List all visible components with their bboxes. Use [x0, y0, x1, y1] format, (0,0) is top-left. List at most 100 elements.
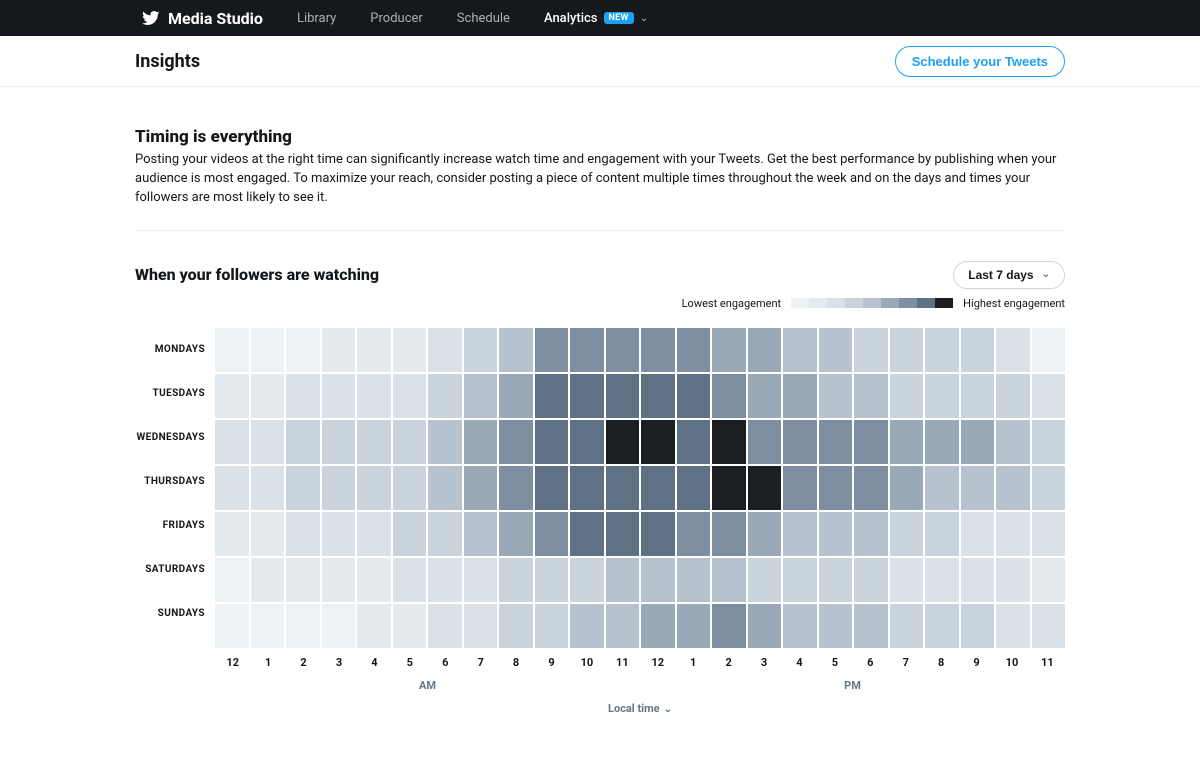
- heatmap-cell[interactable]: [925, 420, 959, 464]
- heatmap-cell[interactable]: [570, 374, 604, 418]
- heatmap-cell[interactable]: [499, 558, 533, 602]
- heatmap-cell[interactable]: [677, 328, 711, 372]
- heatmap-cell[interactable]: [677, 374, 711, 418]
- heatmap-cell[interactable]: [783, 420, 817, 464]
- heatmap-cell[interactable]: [712, 604, 746, 648]
- heatmap-cell[interactable]: [641, 374, 675, 418]
- heatmap-cell[interactable]: [925, 604, 959, 648]
- heatmap-cell[interactable]: [322, 374, 356, 418]
- heatmap-cell[interactable]: [428, 604, 462, 648]
- heatmap-cell[interactable]: [641, 558, 675, 602]
- heatmap-cell[interactable]: [925, 466, 959, 510]
- heatmap-cell[interactable]: [819, 558, 853, 602]
- heatmap-cell[interactable]: [286, 420, 320, 464]
- nav-schedule[interactable]: Schedule: [457, 11, 510, 26]
- heatmap-cell[interactable]: [393, 466, 427, 510]
- heatmap-cell[interactable]: [783, 466, 817, 510]
- heatmap-cell[interactable]: [819, 466, 853, 510]
- heatmap-cell[interactable]: [748, 558, 782, 602]
- heatmap-cell[interactable]: [890, 558, 924, 602]
- heatmap-cell[interactable]: [641, 604, 675, 648]
- heatmap-cell[interactable]: [925, 558, 959, 602]
- heatmap-cell[interactable]: [606, 328, 640, 372]
- heatmap-cell[interactable]: [712, 512, 746, 556]
- heatmap-cell[interactable]: [535, 512, 569, 556]
- heatmap-cell[interactable]: [783, 604, 817, 648]
- heatmap-cell[interactable]: [961, 466, 995, 510]
- heatmap-cell[interactable]: [535, 466, 569, 510]
- heatmap-cell[interactable]: [499, 604, 533, 648]
- heatmap-cell[interactable]: [890, 420, 924, 464]
- heatmap-cell[interactable]: [712, 328, 746, 372]
- heatmap-cell[interactable]: [606, 512, 640, 556]
- heatmap-cell[interactable]: [570, 420, 604, 464]
- heatmap-cell[interactable]: [251, 558, 285, 602]
- heatmap-cell[interactable]: [464, 558, 498, 602]
- heatmap-cell[interactable]: [322, 604, 356, 648]
- heatmap-cell[interactable]: [570, 512, 604, 556]
- heatmap-cell[interactable]: [251, 420, 285, 464]
- heatmap-cell[interactable]: [783, 512, 817, 556]
- heatmap-cell[interactable]: [925, 512, 959, 556]
- heatmap-cell[interactable]: [854, 420, 888, 464]
- heatmap-cell[interactable]: [1032, 512, 1066, 556]
- date-range-button[interactable]: Last 7 days ⌄: [953, 261, 1065, 289]
- heatmap-cell[interactable]: [286, 558, 320, 602]
- nav-library[interactable]: Library: [297, 11, 336, 26]
- heatmap-cell[interactable]: [961, 374, 995, 418]
- heatmap-cell[interactable]: [215, 512, 249, 556]
- heatmap-cell[interactable]: [712, 420, 746, 464]
- heatmap-cell[interactable]: [286, 512, 320, 556]
- heatmap-cell[interactable]: [322, 558, 356, 602]
- heatmap-cell[interactable]: [854, 604, 888, 648]
- heatmap-cell[interactable]: [819, 328, 853, 372]
- heatmap-cell[interactable]: [499, 512, 533, 556]
- heatmap-cell[interactable]: [996, 420, 1030, 464]
- heatmap-cell[interactable]: [819, 512, 853, 556]
- heatmap-cell[interactable]: [1032, 604, 1066, 648]
- heatmap-cell[interactable]: [748, 374, 782, 418]
- heatmap-cell[interactable]: [961, 420, 995, 464]
- heatmap-cell[interactable]: [748, 512, 782, 556]
- heatmap-cell[interactable]: [961, 558, 995, 602]
- heatmap-cell[interactable]: [854, 512, 888, 556]
- heatmap-cell[interactable]: [748, 420, 782, 464]
- heatmap-cell[interactable]: [286, 604, 320, 648]
- heatmap-cell[interactable]: [854, 466, 888, 510]
- heatmap-cell[interactable]: [712, 558, 746, 602]
- nav-producer[interactable]: Producer: [370, 11, 423, 26]
- heatmap-cell[interactable]: [393, 512, 427, 556]
- heatmap-cell[interactable]: [322, 512, 356, 556]
- heatmap-cell[interactable]: [996, 512, 1030, 556]
- heatmap-cell[interactable]: [499, 466, 533, 510]
- heatmap-cell[interactable]: [322, 466, 356, 510]
- heatmap-cell[interactable]: [393, 420, 427, 464]
- heatmap-cell[interactable]: [215, 374, 249, 418]
- heatmap-cell[interactable]: [783, 328, 817, 372]
- heatmap-cell[interactable]: [286, 328, 320, 372]
- heatmap-cell[interactable]: [215, 420, 249, 464]
- heatmap-cell[interactable]: [570, 558, 604, 602]
- heatmap-cell[interactable]: [996, 328, 1030, 372]
- heatmap-cell[interactable]: [819, 374, 853, 418]
- heatmap-cell[interactable]: [606, 558, 640, 602]
- heatmap-cell[interactable]: [748, 604, 782, 648]
- heatmap-cell[interactable]: [286, 466, 320, 510]
- heatmap-cell[interactable]: [641, 512, 675, 556]
- heatmap-cell[interactable]: [464, 420, 498, 464]
- heatmap-cell[interactable]: [890, 466, 924, 510]
- heatmap-cell[interactable]: [606, 604, 640, 648]
- heatmap-cell[interactable]: [1032, 420, 1066, 464]
- heatmap-cell[interactable]: [890, 604, 924, 648]
- heatmap-cell[interactable]: [641, 466, 675, 510]
- heatmap-cell[interactable]: [357, 558, 391, 602]
- brand[interactable]: Media Studio: [142, 9, 263, 28]
- heatmap-cell[interactable]: [428, 466, 462, 510]
- heatmap-cell[interactable]: [606, 374, 640, 418]
- heatmap-cell[interactable]: [464, 604, 498, 648]
- heatmap-cell[interactable]: [428, 328, 462, 372]
- schedule-tweets-button[interactable]: Schedule your Tweets: [895, 46, 1065, 77]
- heatmap-cell[interactable]: [428, 374, 462, 418]
- heatmap-cell[interactable]: [428, 558, 462, 602]
- heatmap-cell[interactable]: [677, 466, 711, 510]
